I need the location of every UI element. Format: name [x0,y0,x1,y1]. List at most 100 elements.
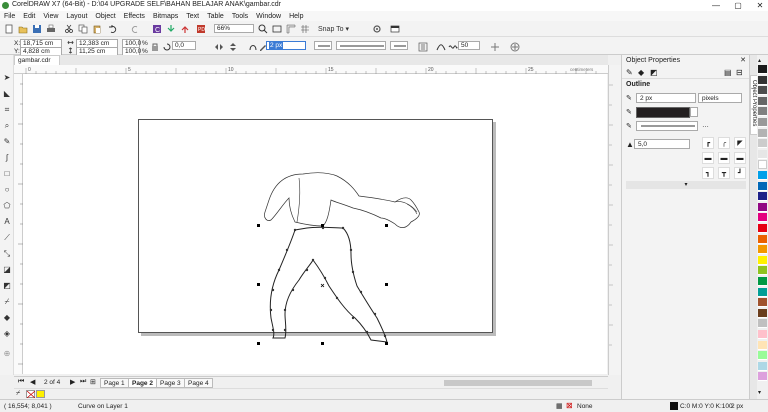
palette-swatch[interactable] [758,65,767,74]
mirror-vertical-icon[interactable] [228,42,238,52]
butt-cap-icon[interactable]: ▬ [702,152,714,164]
options-gear-icon[interactable] [372,24,382,34]
miter-limit-field[interactable]: 5,0 [634,139,690,149]
zoom-level-select[interactable]: 66% [214,24,254,33]
pick-tool-icon[interactable]: ➤ [2,73,12,82]
palette-swatch[interactable] [758,319,767,329]
start-arrowhead-select[interactable] [314,41,332,50]
palette-swatch[interactable] [758,213,767,223]
square-cap-icon[interactable]: ▬ [734,152,746,164]
menu-table[interactable]: Table [203,11,228,21]
frame-properties-icon[interactable]: ⊟ [736,68,743,77]
publish-pdf-icon[interactable]: PDF [196,24,206,34]
launch-app-icon[interactable] [390,24,400,34]
last-page-icon[interactable]: ⏭ [80,378,86,386]
line-style-settings-icon[interactable]: … [702,122,709,129]
menu-edit[interactable]: Edit [19,11,39,21]
maximize-button[interactable]: ▢ [732,0,744,11]
zoom-tool-icon[interactable]: ⌕ [2,121,12,130]
add-tool-icon[interactable]: ⊕ [2,349,12,358]
show-rulers-icon[interactable] [286,24,296,34]
palette-swatch[interactable] [758,128,767,138]
transparency-icon[interactable]: ◩ [650,68,658,77]
vertical-scrollbar[interactable] [608,65,621,375]
menu-window[interactable]: Window [252,11,285,21]
palette-scroll-up-icon[interactable]: ▴ [758,57,761,64]
palette-swatch[interactable] [758,171,767,180]
prev-page-icon[interactable]: ◀ [30,378,35,386]
rectangle-tool-icon[interactable]: □ [2,169,12,178]
palette-swatch[interactable] [758,181,767,191]
palette-swatch[interactable] [758,75,767,85]
eyedropper-icon[interactable]: ⌿ [16,390,20,398]
outline-color-dropdown[interactable] [690,107,698,117]
rotation-angle-field[interactable]: 0,0 [172,41,196,50]
menu-text[interactable]: Text [182,11,203,21]
palette-swatch[interactable] [758,96,767,106]
palette-swatch[interactable] [758,245,767,255]
menu-help[interactable]: Help [285,11,307,21]
no-color-swatch[interactable] [26,390,36,399]
outline-color-picker[interactable] [636,107,690,118]
outside-position-icon[interactable]: ┓ [702,167,714,179]
vertical-ruler[interactable] [14,74,23,374]
miter-corner-icon[interactable]: ┏ [702,137,714,149]
interactive-fill-icon[interactable]: ◆ [2,313,12,322]
line-style-select[interactable] [336,41,386,50]
show-grid-icon[interactable] [300,24,310,34]
palette-swatch[interactable] [758,361,767,371]
palette-swatch[interactable] [758,266,767,276]
palette-swatch[interactable] [758,255,767,265]
minimize-button[interactable]: — [710,0,722,11]
docker-close-icon[interactable]: ✕ [740,56,746,64]
smart-fill-icon[interactable]: ◈ [2,329,12,338]
page-tab-3[interactable]: Page 3 [156,378,185,388]
quick-customize-icon[interactable] [510,42,520,52]
inside-position-icon[interactable]: ┛ [734,167,746,179]
search-content-icon[interactable]: C [152,24,162,34]
palette-swatch[interactable] [758,202,767,212]
menu-effects[interactable]: Effects [120,11,149,21]
fill-bucket-icon[interactable]: ◆ [638,68,644,77]
eyedropper-tool-icon[interactable]: ⌿ [2,297,12,306]
palette-swatch[interactable] [758,107,767,117]
mirror-horizontal-icon[interactable] [214,42,224,52]
cut-icon[interactable] [64,24,74,34]
page-tab-1[interactable]: Page 1 [100,378,129,388]
round-cap-icon[interactable]: ▬ [718,152,730,164]
palette-swatch[interactable] [758,330,767,339]
paste-icon[interactable] [92,24,102,34]
fill-icon[interactable]: ▦ [556,402,563,410]
docker-units-select[interactable]: pixels [698,93,742,103]
add-page-icon[interactable]: ⊞ [90,378,96,386]
menu-object[interactable]: Object [91,11,119,21]
undo-icon[interactable] [108,24,118,34]
drop-shadow-icon[interactable]: ◪ [2,265,12,274]
reduce-nodes-icon[interactable] [436,42,446,52]
artistic-media-icon[interactable]: ∫ [2,153,12,162]
palette-swatch[interactable] [758,149,767,159]
menu-layout[interactable]: Layout [62,11,91,21]
palette-swatch[interactable] [758,308,767,318]
drawing-canvas[interactable] [23,74,607,374]
zoom-to-page-icon[interactable] [258,24,268,34]
next-page-icon[interactable]: ▶ [70,378,75,386]
lock-ratio-icon[interactable] [150,42,160,52]
palette-swatch[interactable] [758,192,767,202]
transparency-tool-icon[interactable]: ◩ [2,281,12,290]
center-position-icon[interactable]: ┳ [718,167,730,179]
palette-swatch[interactable] [758,118,767,127]
connector-tool-icon[interactable]: ⤡ [2,249,12,258]
docker-outline-width[interactable]: 2 px [636,93,696,103]
palette-swatch[interactable] [758,298,767,308]
new-document-icon[interactable] [4,24,14,34]
palette-swatch[interactable] [758,224,767,233]
menu-bitmaps[interactable]: Bitmaps [149,11,182,21]
text-tool-icon[interactable]: A [2,217,12,226]
print-icon[interactable] [46,24,56,34]
horizontal-ruler[interactable]: 051015202530centimeters [14,65,634,74]
copy-icon[interactable] [78,24,88,34]
polygon-tool-icon[interactable]: ⬠ [2,201,12,210]
page-tab-4[interactable]: Page 4 [184,378,213,388]
bevel-corner-icon[interactable]: ◤ [734,137,746,149]
